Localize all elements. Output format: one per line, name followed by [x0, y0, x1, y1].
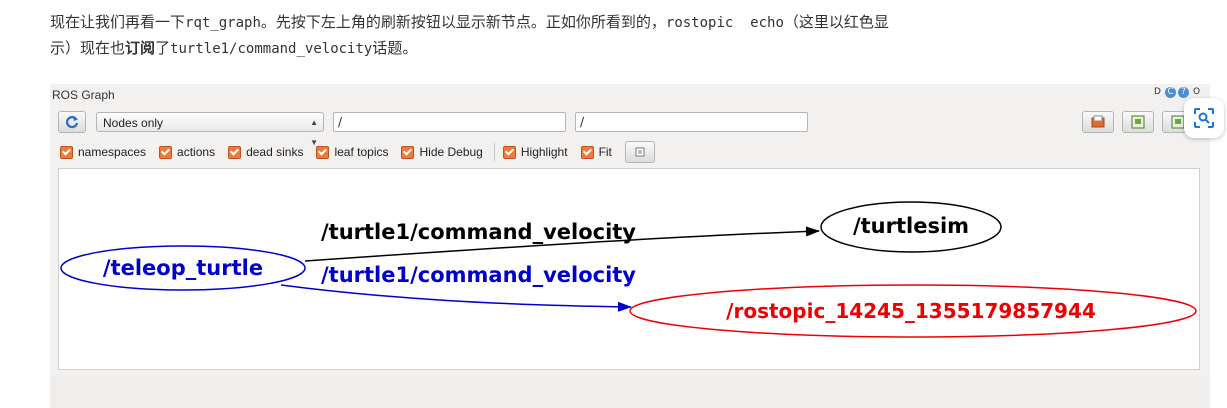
highlight-checkbox[interactable]: Highlight — [502, 145, 568, 159]
fit-view-button[interactable] — [624, 141, 655, 163]
scan-button[interactable] — [1184, 98, 1224, 138]
node-rostopic[interactable]: /rostopic_14245_1355179857944 — [629, 284, 1197, 338]
text-segment: 了 — [155, 39, 171, 57]
ros-graph-window: ROS Graph D C ? O Nodes only ▲ ▼ / / nam… — [50, 84, 1224, 408]
reload-icon[interactable]: C — [1165, 87, 1176, 98]
check-icon — [401, 145, 415, 159]
status-bar — [50, 376, 1210, 408]
check-icon — [228, 145, 242, 159]
help-icon[interactable]: ? — [1178, 87, 1189, 98]
check-icon — [502, 145, 516, 159]
namespaces-checkbox[interactable]: namespaces — [60, 145, 146, 159]
text-segment: 。先按下左上角的刷新按钮以显示新节点。正如你所看到的， — [260, 13, 666, 31]
node-turtlesim[interactable]: /turtlesim — [820, 201, 1002, 253]
checkbox-label: namespaces — [78, 145, 147, 159]
refresh-icon — [65, 116, 79, 129]
toolbar-separator — [493, 143, 495, 161]
folder-open-icon — [1091, 115, 1105, 128]
code-topic: turtle1/command_velocity — [170, 41, 373, 57]
scan-icon — [1194, 108, 1214, 128]
checkbox-label: Highlight — [520, 145, 568, 159]
save-dot-icon — [1131, 115, 1145, 129]
code-rqt-graph: rqt_graph — [185, 15, 261, 31]
text-segment: 话题。 — [372, 39, 418, 57]
file-buttons — [1082, 111, 1194, 133]
window-controls: D C ? O — [1152, 87, 1202, 98]
toolbar: Nodes only ▲ ▼ / / — [58, 111, 808, 147]
hide-debug-checkbox[interactable]: Hide Debug — [401, 145, 483, 159]
text-segment: 现在让我们再看一下 — [50, 13, 186, 31]
node-label: /turtlesim — [853, 214, 969, 238]
checkbox-label: dead sinks — [246, 145, 304, 159]
bold-subscribe: 订阅 — [125, 39, 156, 57]
close-icon[interactable]: O — [1191, 87, 1202, 98]
refresh-button[interactable] — [58, 111, 86, 133]
save-dot-button[interactable] — [1122, 111, 1154, 133]
check-icon — [316, 145, 330, 159]
node-teleop-turtle[interactable]: /teleop_turtle — [60, 245, 306, 291]
fit-view-icon — [635, 147, 645, 157]
checkbox-label: actions — [177, 145, 216, 159]
check-icon — [159, 145, 173, 159]
text-segment: 示）现在也 — [50, 39, 126, 57]
code-rostopic-echo: rostopic echo — [665, 15, 784, 31]
load-dot-button[interactable] — [1082, 111, 1114, 133]
checkbox-label: Fit — [598, 145, 612, 159]
node-label: /teleop_turtle — [103, 256, 263, 280]
article-line-2: 示）现在也订阅了turtle1/command_velocity话题。 — [50, 36, 1210, 62]
topic-filter-input[interactable]: / — [575, 112, 808, 132]
graph-svg: /turtle1/command_velocity /turtle1/comma… — [60, 201, 1197, 338]
graph-mode-value: Nodes only — [103, 116, 164, 130]
edge-teleop-to-rostopic[interactable] — [280, 284, 632, 312]
node-filter-input[interactable]: / — [333, 112, 566, 132]
dead-sinks-checkbox[interactable]: dead sinks — [228, 145, 303, 159]
checkbox-label: Hide Debug — [419, 145, 483, 159]
options-bar: namespaces actions dead sinks leaf topic… — [60, 141, 655, 163]
node-label: /rostopic_14245_1355179857944 — [726, 299, 1096, 323]
dock-icon[interactable]: D — [1152, 87, 1163, 98]
article-text: 现在让我们再看一下rqt_graph。先按下左上角的刷新按钮以显示新节点。正如你… — [50, 10, 1210, 62]
article-line-1: 现在让我们再看一下rqt_graph。先按下左上角的刷新按钮以显示新节点。正如你… — [50, 10, 1210, 36]
checkbox-label: leaf topics — [334, 145, 389, 159]
edge-label-command-velocity: /turtle1/command_velocity — [321, 220, 636, 244]
fit-checkbox[interactable]: Fit — [580, 145, 612, 159]
check-icon — [580, 145, 594, 159]
actions-checkbox[interactable]: actions — [159, 145, 215, 159]
check-icon — [60, 145, 73, 159]
graph-canvas[interactable]: /turtle1/command_velocity /turtle1/comma… — [58, 168, 1200, 370]
window-title: ROS Graph — [52, 88, 115, 102]
leaf-topics-checkbox[interactable]: leaf topics — [316, 145, 388, 159]
edge-label-command-velocity-highlight: /turtle1/command_velocity — [321, 263, 636, 287]
graph-mode-select[interactable]: Nodes only ▲ ▼ — [96, 112, 324, 147]
text-segment: （这里以红色显 — [783, 13, 889, 31]
